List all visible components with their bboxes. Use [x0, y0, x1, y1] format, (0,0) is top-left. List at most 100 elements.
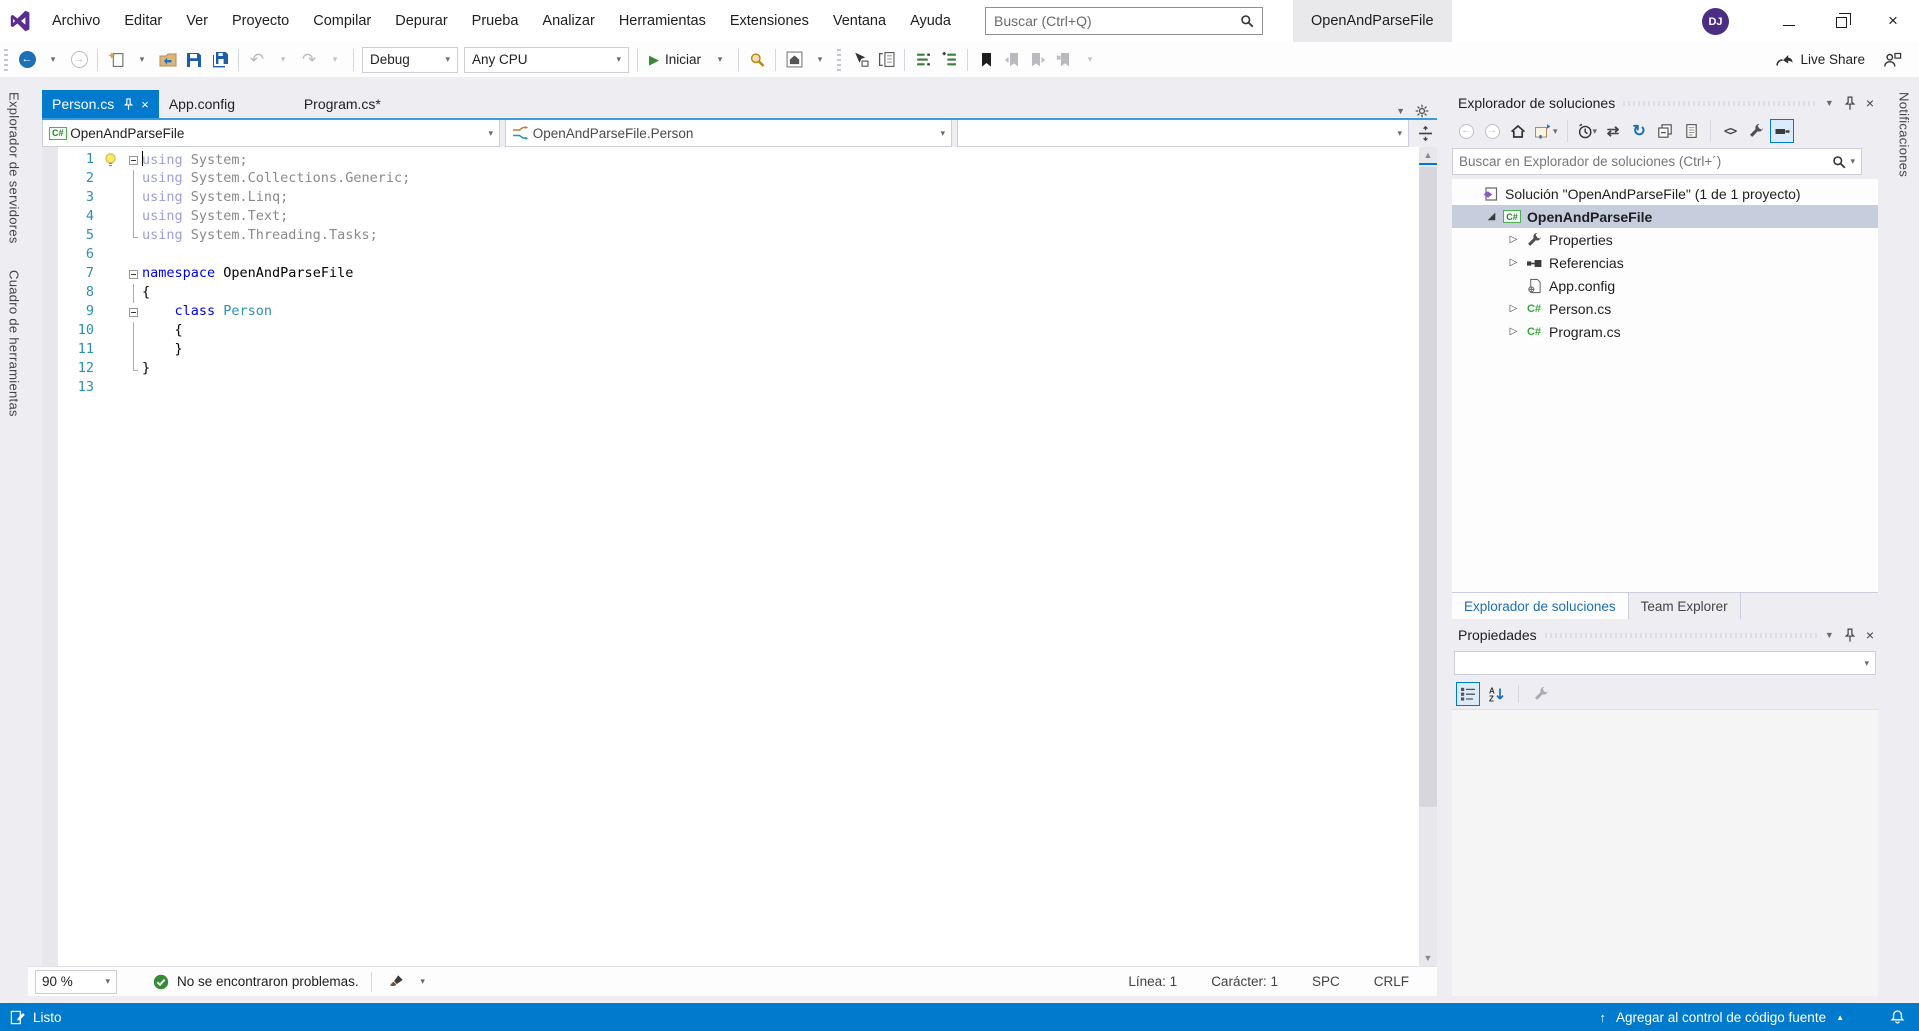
menu-ver[interactable]: Ver	[174, 0, 220, 42]
tree-item-program-cs[interactable]: ▷ C# Program.cs	[1452, 320, 1878, 343]
previous-bookmark-button[interactable]	[999, 46, 1025, 74]
tree-item-openandparsefile[interactable]: ◢ C# OpenAndParseFile	[1452, 205, 1878, 228]
menu-compilar[interactable]: Compilar	[301, 0, 383, 42]
code-line-9[interactable]: 9 class Person	[58, 303, 1419, 322]
restore-button[interactable]	[1815, 0, 1867, 42]
decrease-indent-button[interactable]	[910, 46, 936, 74]
find-in-files-button[interactable]	[744, 46, 770, 74]
health-message[interactable]: No se encontraron problemas.	[177, 974, 359, 989]
avatar[interactable]: DJ	[1702, 8, 1729, 35]
menu-archivo[interactable]: Archivo	[40, 0, 112, 42]
panel-close-icon[interactable]: ×	[1866, 627, 1874, 643]
navigate-back-button[interactable]: ←	[14, 46, 40, 74]
code-cleanup-button[interactable]	[384, 968, 410, 996]
scrollbar-thumb[interactable]	[1419, 167, 1437, 807]
project-dropdown[interactable]: C# OpenAndParseFile ▾	[42, 120, 500, 147]
tab-program-cs[interactable]: Program.cs*	[294, 90, 429, 118]
toolbar-grip[interactable]	[4, 48, 8, 71]
solution-explorer-header[interactable]: Explorador de soluciones ▼ ×	[1452, 90, 1878, 116]
code-line-12[interactable]: 12}	[58, 360, 1419, 379]
se-home-button[interactable]	[1506, 119, 1530, 143]
menu-proyecto[interactable]: Proyecto	[220, 0, 301, 42]
member-dropdown[interactable]: ▾	[957, 120, 1409, 147]
properties-header[interactable]: Propiedades ▼ ×	[1452, 622, 1878, 648]
code-line-7[interactable]: 7 namespace OpenAndParseFile	[58, 265, 1419, 284]
fold-collapse-icon[interactable]	[126, 151, 142, 170]
fold-collapse-icon[interactable]	[126, 303, 142, 322]
scroll-down-icon[interactable]: ▼	[1424, 950, 1433, 966]
save-button[interactable]	[181, 46, 207, 74]
redo-caret[interactable]: ▾	[322, 46, 348, 74]
menu-depurar[interactable]: Depurar	[383, 0, 459, 42]
minimize-button[interactable]	[1763, 0, 1815, 42]
menu-analizar[interactable]: Analizar	[530, 0, 606, 42]
toggle-bookmark-button[interactable]	[973, 46, 999, 74]
type-dropdown[interactable]: OpenAndParseFile.Person ▾	[504, 120, 952, 147]
panel-tab-explorador-de-soluciones[interactable]: Explorador de soluciones	[1452, 593, 1629, 619]
code-line-3[interactable]: 3 using System.Linq;	[58, 189, 1419, 208]
save-all-button[interactable]	[207, 46, 233, 74]
code-cleanup-caret[interactable]: ▾	[410, 968, 436, 996]
tab-options-gear-icon[interactable]	[1415, 104, 1429, 118]
breakpoint-margin[interactable]	[42, 147, 58, 966]
tab-app-config[interactable]: App.config	[159, 90, 294, 118]
server-explorer-rail-tab[interactable]: Explorador de servidores	[7, 92, 22, 244]
next-bookmark-button[interactable]	[1025, 46, 1051, 74]
scroll-up-icon[interactable]: ▲	[1424, 147, 1433, 163]
window-overflow-caret[interactable]: ▾	[807, 46, 833, 74]
lightbulb-icon[interactable]	[104, 151, 126, 170]
new-project-button[interactable]	[103, 46, 129, 74]
view-code-button[interactable]: <>	[1718, 119, 1742, 143]
column-indicator[interactable]: Carácter: 1	[1211, 974, 1278, 989]
tree-item-person-cs[interactable]: ▷ C# Person.cs	[1452, 297, 1878, 320]
editor-vertical-scrollbar[interactable]: ▲ ▼	[1419, 147, 1437, 966]
tree-item-referencias[interactable]: ▷ Referencias	[1452, 251, 1878, 274]
properties-object-dropdown[interactable]: ▾	[1454, 651, 1876, 675]
clear-bookmarks-button[interactable]	[1051, 46, 1077, 74]
code-line-8[interactable]: 8{	[58, 284, 1419, 303]
panel-close-icon[interactable]: ×	[1866, 95, 1874, 111]
goto-definition-button[interactable]	[847, 46, 873, 74]
tree-item-soluci-n-openandparsefile-1-de-1-proyecto[interactable]: Solución "OpenAndParseFile" (1 de 1 proy…	[1452, 182, 1878, 205]
notifications-rail-tab[interactable]: Notificaciones	[1897, 92, 1912, 177]
menu-editar[interactable]: Editar	[112, 0, 174, 42]
document-outline-button[interactable]	[873, 46, 899, 74]
open-file-button[interactable]	[155, 46, 181, 74]
start-debug-button[interactable]: ▶ Iniciar	[643, 46, 707, 74]
tab-person-cs[interactable]: Person.cs ×	[42, 90, 159, 118]
panel-tab-team-explorer[interactable]: Team Explorer	[1629, 593, 1741, 619]
pending-changes-filter-button[interactable]: ▾	[1575, 119, 1600, 143]
code-editor[interactable]: 1 using System; 2 using System.Collections.…	[42, 147, 1437, 966]
tab-close-icon[interactable]: ×	[141, 97, 149, 112]
increase-indent-button[interactable]	[936, 46, 962, 74]
menu-extensiones[interactable]: Extensiones	[718, 0, 821, 42]
navigate-back-caret[interactable]: ▾	[40, 46, 66, 74]
properties-button[interactable]	[1744, 119, 1768, 143]
solution-search-input[interactable]	[1459, 154, 1833, 169]
navigate-forward-button[interactable]: →	[66, 46, 92, 74]
menu-prueba[interactable]: Prueba	[460, 0, 531, 42]
toolbox-rail-tab[interactable]: Cuadro de herramientas	[7, 270, 22, 417]
quick-search-box[interactable]	[985, 7, 1263, 35]
menu-herramientas[interactable]: Herramientas	[607, 0, 718, 42]
code-line-5[interactable]: 5 using System.Threading.Tasks;	[58, 227, 1419, 246]
code-line-2[interactable]: 2 using System.Collections.Generic;	[58, 170, 1419, 189]
platform-dropdown[interactable]: Any CPU ▾	[464, 46, 629, 73]
start-caret[interactable]: ▾	[707, 46, 733, 74]
quick-search-input[interactable]	[994, 13, 1240, 29]
feedback-button[interactable]	[1879, 46, 1905, 74]
undo-button[interactable]: ↶	[244, 46, 270, 74]
split-editor-icon[interactable]	[1418, 126, 1433, 141]
fold-collapse-icon[interactable]	[126, 265, 142, 284]
live-share-button[interactable]: Live Share	[1775, 52, 1865, 68]
search-options-chevron-icon[interactable]: ▾	[1850, 156, 1855, 167]
collapse-all-button[interactable]	[1653, 119, 1677, 143]
code-line-11[interactable]: 11 }	[58, 341, 1419, 360]
tab-list-chevron-icon[interactable]: ▼	[1396, 106, 1405, 116]
line-ending-indicator[interactable]: CRLF	[1374, 974, 1409, 989]
categorized-view-button[interactable]	[1456, 682, 1480, 706]
code-line-4[interactable]: 4 using System.Text;	[58, 208, 1419, 227]
pin-icon[interactable]	[1844, 96, 1856, 111]
tree-item-app-config[interactable]: App.config	[1452, 274, 1878, 297]
zoom-level-dropdown[interactable]: 90 % ▾	[35, 969, 117, 994]
